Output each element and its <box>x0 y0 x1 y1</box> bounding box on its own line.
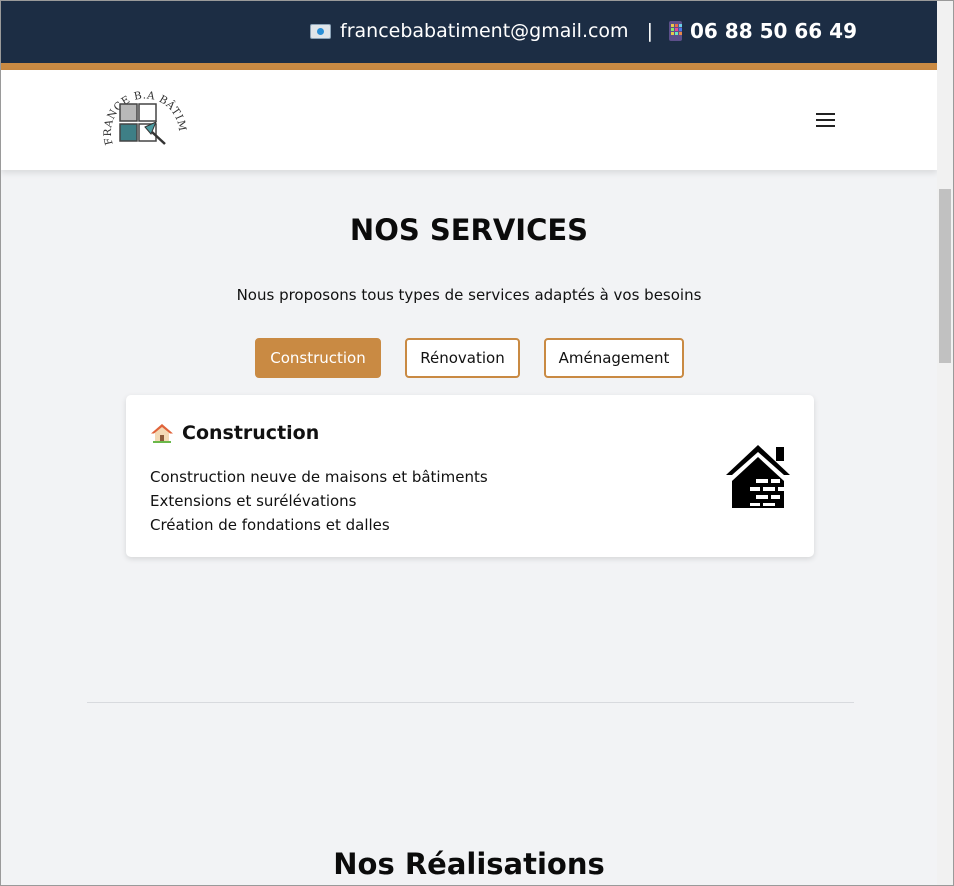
card-title: Construction <box>151 422 319 444</box>
realisations-title: Nos Réalisations <box>333 847 605 881</box>
card-title-text: Construction <box>182 422 320 444</box>
service-card: Construction Construction neuve de maiso… <box>126 395 814 557</box>
section-divider <box>87 702 854 703</box>
scrollbar-track[interactable] <box>937 1 953 885</box>
envelope-icon <box>310 23 332 39</box>
list-item: Création de fondations et dalles <box>150 516 390 534</box>
list-item: Construction neuve de maisons et bâtimen… <box>150 468 488 486</box>
service-list: Construction neuve de maisons et bâtimen… <box>150 465 488 537</box>
site-header: FRANCE B.A BÂTIMENT <box>1 70 937 170</box>
contact-bar: francebabatiment@gmail.com | 06 88 50 66… <box>1 1 937 70</box>
mobile-phone-icon <box>668 21 682 41</box>
brick-house-icon <box>726 445 790 508</box>
scrollbar-thumb[interactable] <box>939 189 951 363</box>
list-item: Extensions et surélévations <box>150 492 357 510</box>
company-logo[interactable]: FRANCE B.A BÂTIMENT <box>101 82 187 160</box>
email-link[interactable]: francebabatiment@gmail.com <box>340 20 629 42</box>
contact-separator: | <box>646 20 653 42</box>
services-tabs: Construction Rénovation Aménagement <box>255 338 708 378</box>
tab-amenagement[interactable]: Aménagement <box>544 338 684 378</box>
browser-viewport: francebabatiment@gmail.com | 06 88 50 66… <box>0 0 954 886</box>
services-title: NOS SERVICES <box>349 213 589 247</box>
tab-renovation[interactable]: Rénovation <box>405 338 520 378</box>
services-subtitle: Nous proposons tous types de services ad… <box>236 286 702 304</box>
contact-info: francebabatiment@gmail.com | 06 88 50 66… <box>310 19 857 43</box>
phone-link[interactable]: 06 88 50 66 49 <box>690 19 857 43</box>
hamburger-menu-icon[interactable] <box>816 113 835 127</box>
house-emoji-icon <box>151 424 173 443</box>
tab-construction[interactable]: Construction <box>255 338 381 378</box>
